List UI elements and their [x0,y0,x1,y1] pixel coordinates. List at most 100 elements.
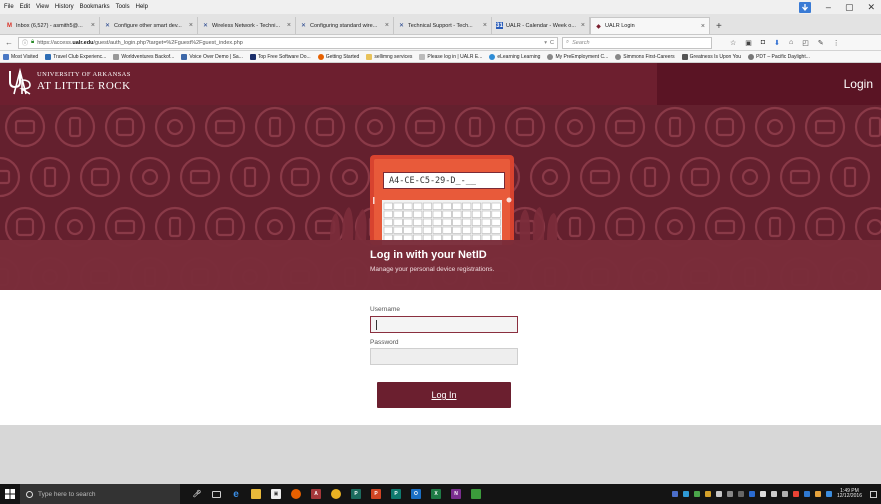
back-arrow-icon[interactable]: ← [4,38,14,47]
tray-app-icon[interactable] [792,491,799,497]
username-input[interactable] [370,316,518,333]
tray-app-icon[interactable] [803,491,810,497]
home-icon[interactable]: ⌂ [789,39,793,47]
ualr-logo[interactable]: UNIVERSITY OF ARKANSAS AT LITTLE ROCK [8,68,131,96]
tab-configure-smart-dev[interactable]: ✕ Configure other smart dev... × [100,17,198,34]
tab-wireless-network[interactable]: ✕ Wireless Network - Techni... × [198,17,296,34]
tray-app-icon[interactable] [693,491,700,497]
tray-app-icon[interactable] [704,491,711,497]
bookmark-travel-club[interactable]: Travel Club Experienc... [45,53,106,60]
bookmark-voice-over[interactable]: Voice Over Demo | Sa... [181,53,243,60]
url-bar[interactable]: ⓘ 🔒︎ https://access.ualr.edu/guest/auth_… [18,36,558,49]
info-icon[interactable]: ⓘ [22,38,28,47]
tray-app-icon[interactable] [715,491,722,497]
bookmark-worldventures[interactable]: Worldventures Backof... [113,53,174,60]
lock-icon[interactable]: 🔒︎ [31,39,34,46]
menu-view[interactable]: View [36,4,49,10]
notifications-icon[interactable] [870,490,877,498]
tab-calendar[interactable]: 31 UALR - Calendar - Week o... × [492,17,590,34]
volume-icon[interactable] [770,491,777,497]
log-in-button[interactable]: Log In [377,382,511,408]
pocket-icon[interactable]: ◘ [761,39,765,47]
tab-technical-support[interactable]: ✕ Technical Support - Tech... × [394,17,492,34]
logo-line-1: UNIVERSITY OF ARKANSAS [37,71,131,79]
close-window-button[interactable]: ✕ [867,2,875,13]
close-tab-icon[interactable]: × [581,22,585,29]
download-icon[interactable]: ⬇ [774,39,780,47]
powerpoint-icon[interactable]: P [371,489,381,499]
menu-history[interactable]: History [55,4,74,10]
overflow-menu-icon[interactable]: ⋮ [833,39,840,47]
download-arrow-icon[interactable] [798,1,812,13]
extension-icon[interactable]: ✎ [818,39,824,47]
tray-app-icon[interactable] [748,491,755,497]
onenote-icon[interactable]: N [451,489,461,499]
url-text[interactable]: https://access.ualr.edu/guest/auth_login… [37,40,541,46]
taskbar-clock[interactable]: 1:49 PM 12/12/2016 [837,488,862,500]
close-tab-icon[interactable]: × [189,22,193,29]
file-explorer-icon[interactable] [251,489,261,499]
keyboard-key [462,218,472,226]
keyboard-key [452,226,462,234]
new-tab-button[interactable]: + [716,21,722,34]
sync-icon[interactable]: ◰ [802,39,809,47]
chrome-icon[interactable] [331,489,341,499]
bookmark-simmons[interactable]: Simmons First-Careers [615,53,675,60]
login-link[interactable]: Login [844,77,873,91]
menu-edit[interactable]: Edit [20,4,30,10]
tray-app-icon[interactable] [737,491,744,497]
dropdown-arrow-icon[interactable]: ▾ [544,40,547,46]
tray-app-icon[interactable] [726,491,733,497]
windows-start-button[interactable] [0,484,20,504]
bookmark-greatness[interactable]: Greatness Is Upon You [681,53,741,60]
tray-app-icon[interactable] [781,491,788,497]
tray-app-icon[interactable] [814,491,821,497]
publisher-icon[interactable]: P [351,489,361,499]
camtasia-icon[interactable] [471,489,481,499]
tab-configuring-wireless[interactable]: ✕ Configuring standard wire... × [296,17,394,34]
keyboard-key [393,210,403,218]
bookmark-free-software[interactable]: Top Free Software Do... [249,53,311,60]
tray-app-icon[interactable] [671,491,678,497]
close-tab-icon[interactable]: × [385,22,389,29]
task-view-icon[interactable] [212,490,221,498]
bookmark-pdt[interactable]: PDT – Pacific Daylight... [748,53,810,60]
menu-file[interactable]: File [4,4,14,10]
taskbar-search-box[interactable]: Type here to search [20,484,180,504]
excel-icon[interactable]: X [431,489,441,499]
publisher-2-icon[interactable]: P [391,489,401,499]
menu-help[interactable]: Help [136,4,148,10]
maximize-button[interactable]: ▢ [845,2,854,13]
tab-ualr-login[interactable]: ◆ UALR Login × [590,17,710,34]
password-input[interactable] [370,348,518,365]
microphone-icon[interactable]: 🎤︎ [192,489,202,499]
bookmark-ualr-elearning[interactable]: Please log in | UALR E... [419,53,482,60]
search-bar[interactable]: ⌕ Search [562,36,712,49]
minimize-button[interactable]: – [826,2,831,12]
edge-icon[interactable]: e [231,489,241,500]
tray-app-icon[interactable] [682,491,689,497]
text-caret [376,320,377,330]
outlook-icon[interactable]: O [411,489,421,499]
tab-gmail[interactable]: M Inbox (6,527) - asmith5@... × [2,17,100,34]
store-icon[interactable]: ▣ [271,489,281,499]
bookmark-selling-services[interactable]: sellimng services [366,53,412,60]
tray-app-icon[interactable] [825,491,832,497]
network-icon[interactable] [759,491,766,497]
close-tab-icon[interactable]: × [701,23,705,30]
menu-tools[interactable]: Tools [116,4,130,10]
bookmark-getting-started[interactable]: Getting Started [317,53,359,60]
bookmark-most-visited[interactable]: Most Visited [3,53,38,60]
bookmark-elearning[interactable]: eLearning Learning [489,53,540,60]
menu-bookmarks[interactable]: Bookmarks [80,4,110,10]
bookmark-star-icon[interactable]: ☆ [730,39,736,47]
clipboard-icon[interactable]: ▣ [745,39,752,47]
reload-icon[interactable]: C [550,40,554,46]
keyboard-key [452,218,462,226]
close-tab-icon[interactable]: × [287,22,291,29]
firefox-icon[interactable] [291,489,301,499]
close-tab-icon[interactable]: × [91,22,95,29]
access-icon[interactable]: A [311,489,321,499]
close-tab-icon[interactable]: × [483,22,487,29]
bookmark-preemployment[interactable]: My PreEmployment C... [547,53,608,60]
